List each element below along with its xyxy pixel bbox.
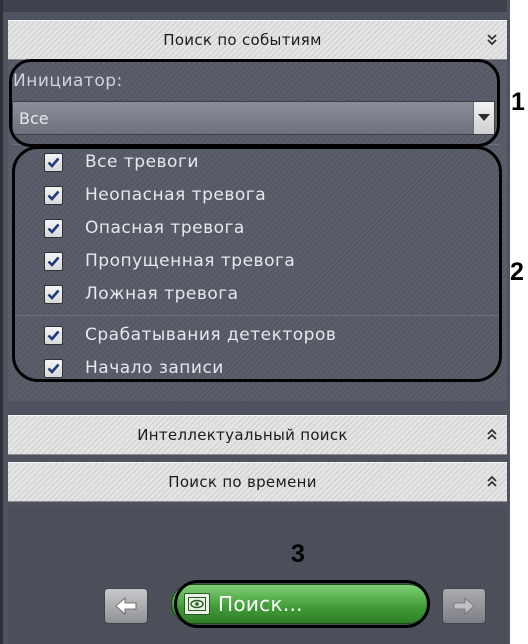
checkmark-icon	[47, 223, 60, 234]
double-chevron-up-icon[interactable]	[487, 476, 497, 488]
arrow-right-icon	[453, 597, 475, 615]
forward-button[interactable]	[442, 588, 486, 624]
event-search-title: Поиск по событиям	[163, 31, 322, 49]
checkmark-icon	[47, 256, 60, 267]
intelligent-search-title: Интеллектуальный поиск	[137, 426, 348, 444]
checkbox-box[interactable]	[44, 218, 63, 238]
initiator-select-value: Все	[19, 109, 49, 128]
callout-number-1: 1	[511, 88, 525, 116]
checkbox-box[interactable]	[44, 358, 63, 378]
checkmark-icon	[47, 363, 60, 374]
top-strip	[3, 0, 507, 12]
eye-film-icon	[184, 593, 210, 615]
checkbox-dangerous-alarm[interactable]: Опасная тревога	[44, 216, 245, 240]
checkmark-icon	[47, 190, 60, 201]
checkbox-missed-alarm[interactable]: Пропущенная тревога	[44, 249, 295, 273]
checkbox-label: Все тревоги	[85, 152, 199, 172]
double-chevron-down-icon[interactable]	[487, 34, 497, 46]
search-button-label: Поиск...	[218, 592, 303, 616]
checkbox-false-alarm[interactable]: Ложная тревога	[44, 282, 239, 306]
double-chevron-up-icon[interactable]	[487, 429, 497, 441]
time-search-title: Поиск по времени	[168, 473, 317, 491]
checkbox-box[interactable]	[44, 152, 63, 172]
checkbox-box[interactable]	[44, 185, 63, 205]
divider	[12, 144, 500, 145]
intelligent-search-header[interactable]: Интеллектуальный поиск	[8, 415, 507, 455]
back-button[interactable]	[104, 588, 148, 624]
arrow-left-icon	[115, 597, 137, 615]
checkmark-icon	[47, 330, 60, 341]
callout-number-2: 2	[510, 258, 524, 286]
time-search-header[interactable]: Поиск по времени	[8, 462, 507, 502]
checkbox-label: Начало записи	[85, 358, 224, 378]
checkmark-icon	[47, 289, 60, 300]
checkbox-label: Ложная тревога	[85, 284, 239, 304]
checkbox-non-dangerous-alarm[interactable]: Неопасная тревога	[44, 183, 266, 207]
checkbox-label: Пропущенная тревога	[85, 251, 296, 271]
event-search-header[interactable]: Поиск по событиям	[8, 20, 507, 60]
checkbox-box[interactable]	[44, 284, 63, 304]
checkbox-label: Неопасная тревога	[85, 185, 267, 205]
search-button[interactable]: Поиск...	[171, 584, 429, 624]
initiator-select[interactable]: Все	[12, 101, 495, 135]
checkbox-label: Опасная тревога	[85, 218, 245, 238]
checkbox-recording-start[interactable]: Начало записи	[44, 356, 224, 380]
dropdown-arrow[interactable]	[473, 102, 494, 134]
checkbox-label: Срабатывания детекторов	[85, 325, 337, 345]
triangle-down-icon	[478, 114, 490, 121]
callout-number-3: 3	[291, 540, 305, 568]
initiator-label: Инициатор:	[13, 71, 123, 91]
checkbox-box[interactable]	[44, 325, 63, 345]
checkbox-detector-triggers[interactable]: Срабатывания детекторов	[44, 323, 336, 347]
checkbox-box[interactable]	[44, 251, 63, 271]
checkbox-all-alarms[interactable]: Все тревоги	[44, 150, 199, 174]
checkmark-icon	[47, 157, 60, 168]
divider	[12, 315, 500, 316]
